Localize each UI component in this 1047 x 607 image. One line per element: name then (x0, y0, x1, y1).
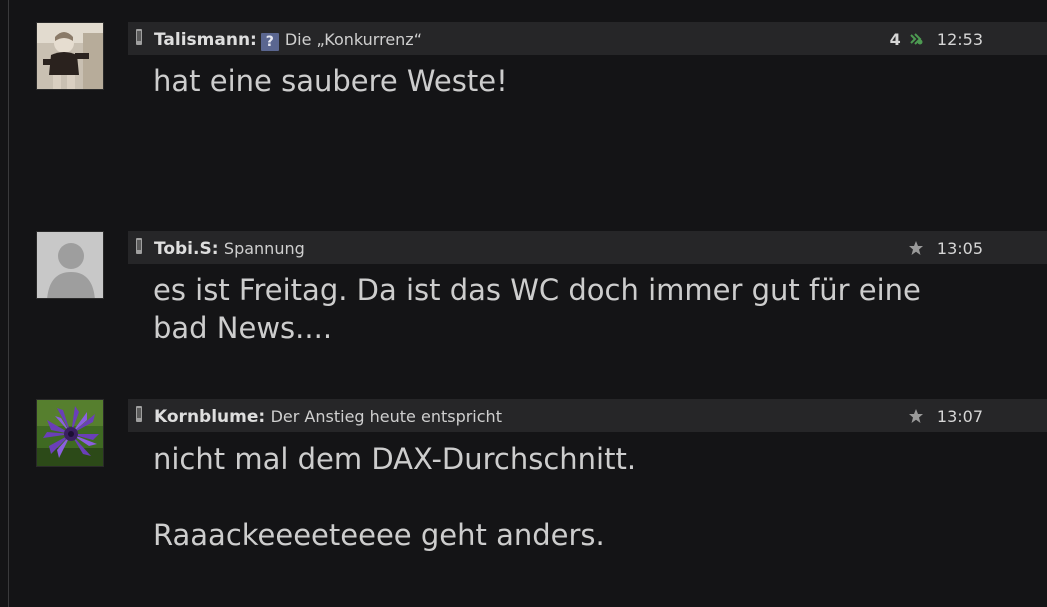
post-meta: 13:05 (906, 231, 983, 264)
star-icon[interactable] (908, 408, 924, 424)
mobile-icon (136, 29, 142, 45)
mobile-icon (136, 406, 142, 422)
forum-thread: Talismann:? Die „Konkurrenz“ 4 12:53 hat … (0, 0, 1047, 607)
star-icon[interactable] (908, 240, 924, 256)
username-link[interactable]: Kornblume: (154, 407, 265, 427)
user-avatar[interactable] (36, 22, 104, 90)
post-meta: 13:07 (906, 399, 983, 432)
post-body: es ist Freitag. Da ist das WC doch immer… (153, 273, 921, 345)
cornflower-avatar (37, 400, 103, 466)
mobile-icon (136, 238, 142, 254)
recommendation-count: 4 (889, 30, 901, 49)
recommend-icon[interactable] (908, 31, 924, 47)
post-body: hat eine saubere Weste! (153, 64, 508, 98)
forum-post: Tobi.S: Spannung 13:05 es ist Freitag. D… (0, 231, 1047, 381)
post-header-text: Kornblume: Der Anstieg heute entspricht (154, 399, 502, 432)
post-header: Tobi.S: Spannung 13:05 (128, 231, 1047, 264)
default-avatar (37, 232, 103, 298)
post-subject[interactable]: Die „Konkurrenz“ (285, 30, 422, 49)
post-subject[interactable]: Der Anstieg heute entspricht (271, 407, 502, 426)
post-header: Talismann:? Die „Konkurrenz“ 4 12:53 (128, 22, 1047, 55)
username-link[interactable]: Talismann: (154, 30, 257, 50)
post-time: 12:53 (936, 30, 983, 49)
post-time: 13:05 (936, 239, 983, 258)
post-header-text: Tobi.S: Spannung (154, 231, 305, 264)
post-body: nicht mal dem DAX-Durchschnitt. Raaackee… (153, 442, 637, 552)
post-meta: 4 12:53 (890, 22, 983, 55)
post-header: Kornblume: Der Anstieg heute entspricht … (128, 399, 1047, 432)
forum-post: Talismann:? Die „Konkurrenz“ 4 12:53 hat … (0, 22, 1047, 202)
question-mark-icon: ? (260, 33, 279, 51)
username-link[interactable]: Tobi.S: (154, 239, 219, 259)
post-header-text: Talismann:? Die „Konkurrenz“ (154, 22, 422, 55)
forum-post: Kornblume: Der Anstieg heute entspricht … (0, 399, 1047, 599)
user-avatar[interactable] (36, 231, 104, 299)
child-photo-avatar (37, 23, 103, 89)
user-avatar[interactable] (36, 399, 104, 467)
post-time: 13:07 (936, 407, 983, 426)
post-subject[interactable]: Spannung (224, 239, 305, 258)
